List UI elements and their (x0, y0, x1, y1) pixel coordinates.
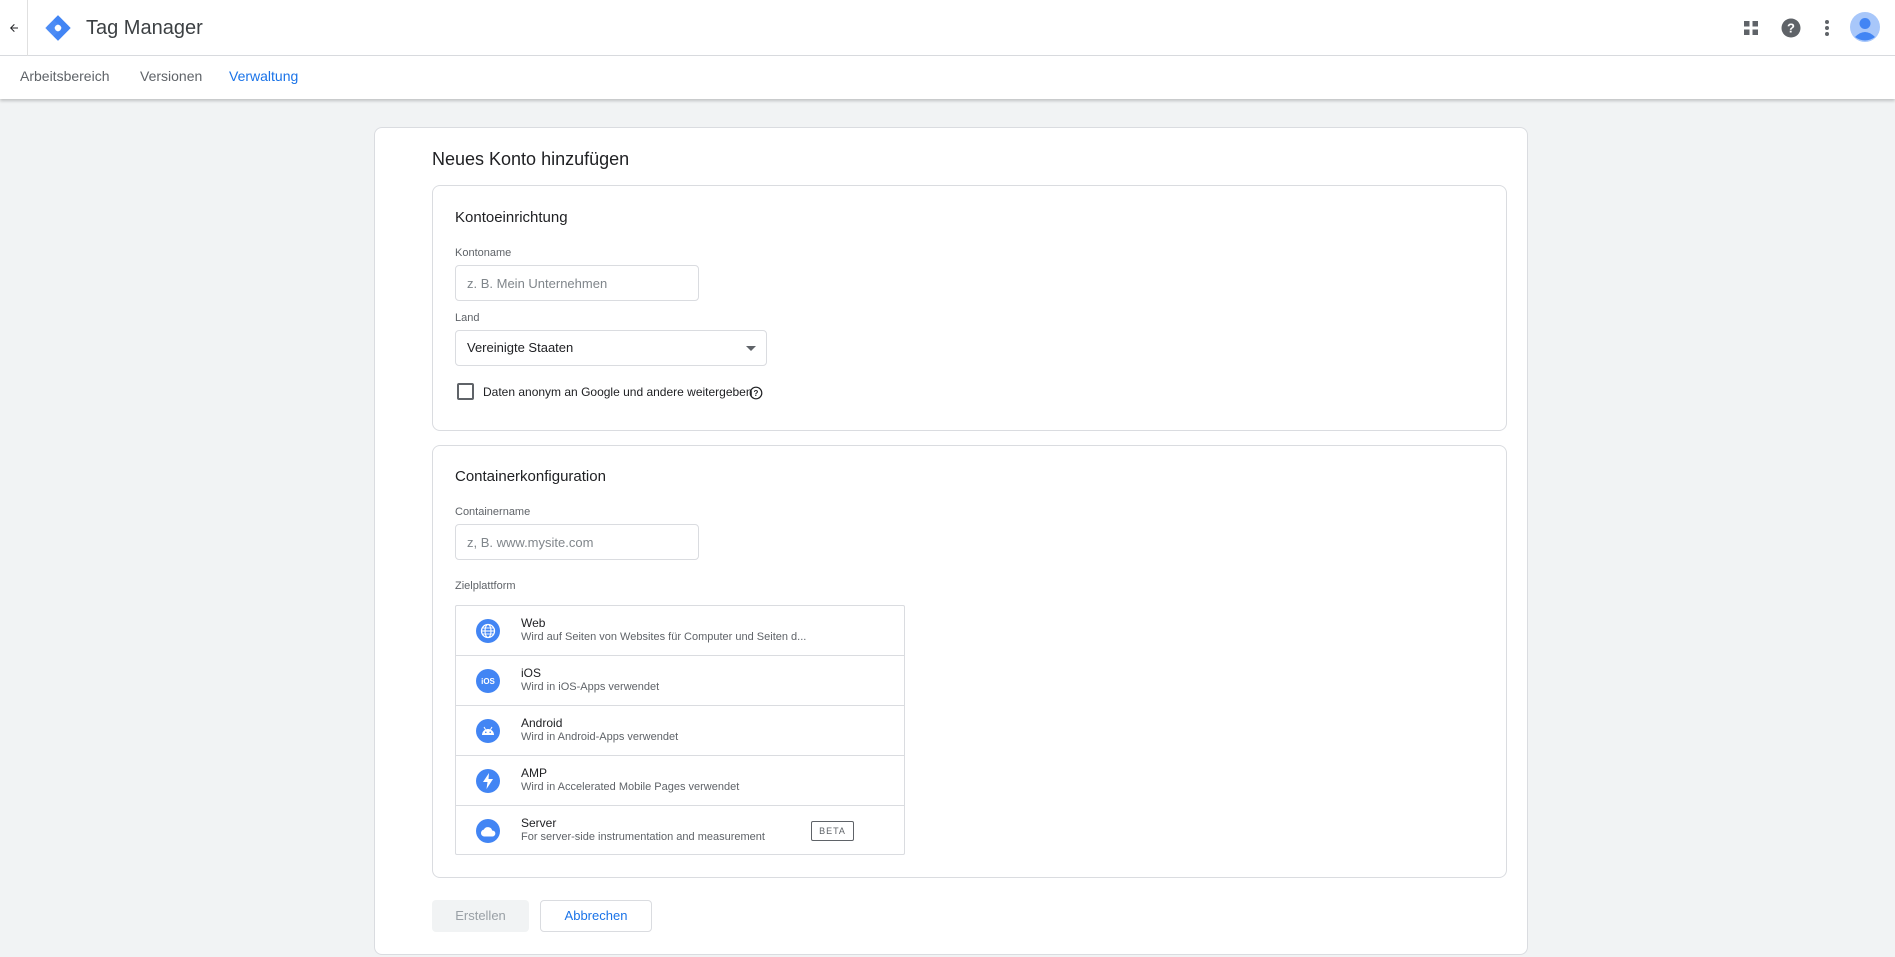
platform-option-android[interactable]: Android Wird in Android-Apps verwendet (456, 706, 904, 756)
platform-description: For server-side instrumentation and meas… (521, 831, 765, 843)
country-select-value: Vereinigte Staaten (467, 340, 574, 355)
tab-versionen[interactable]: Versionen (140, 56, 202, 99)
country-select[interactable]: Vereinigte Staaten (455, 330, 767, 366)
account-name-label: Kontoname (455, 247, 512, 259)
platform-description: Wird in Accelerated Mobile Pages verwend… (521, 781, 740, 793)
account-setup-section: Kontoeinrichtung Kontoname Land Vereinig… (432, 185, 1507, 431)
amp-bolt-icon (476, 769, 500, 793)
more-vert-icon (1825, 20, 1829, 36)
platform-name: Web (521, 616, 546, 630)
container-setup-section: Containerkonfiguration Containername Zie… (432, 445, 1507, 878)
platform-option-server[interactable]: Server For server-side instrumentation a… (456, 806, 904, 856)
share-data-label[interactable]: Daten anonym an Google und andere weiter… (483, 385, 753, 399)
top-app-bar: Tag Manager ? (0, 0, 1895, 56)
cancel-button[interactable]: Abbrechen (540, 900, 652, 932)
platform-description: Wird in iOS-Apps verwendet (521, 681, 660, 693)
target-platform-label: Zielplattform (455, 580, 516, 592)
tab-verwaltung[interactable]: Verwaltung (229, 56, 298, 99)
platform-option-web[interactable]: Web Wird auf Seiten von Websites für Com… (456, 606, 904, 656)
dropdown-arrow-icon (746, 346, 756, 351)
more-options-button[interactable] (1813, 14, 1841, 42)
new-account-card: Neues Konto hinzufügen Kontoeinrichtung … (374, 127, 1528, 955)
beta-badge: BETA (811, 821, 854, 841)
android-icon (476, 719, 500, 743)
country-label: Land (455, 312, 480, 324)
tab-arbeitsbereich[interactable]: Arbeitsbereich (20, 56, 110, 99)
account-button[interactable] (1850, 12, 1880, 42)
cloud-icon (476, 819, 500, 843)
back-arrow-icon (9, 24, 18, 32)
platform-description: Wird auf Seiten von Websites für Compute… (521, 631, 807, 643)
platform-list: Web Wird auf Seiten von Websites für Com… (455, 605, 905, 855)
platform-name: Server (521, 816, 557, 830)
platform-option-ios[interactable]: iOS iOS Wird in iOS-Apps verwendet (456, 656, 904, 706)
app-title[interactable]: Tag Manager (86, 16, 203, 40)
tag-manager-logo[interactable] (42, 12, 74, 44)
platform-name: Android (521, 716, 563, 730)
main-nav: Arbeitsbereich Versionen Verwaltung (0, 56, 1895, 99)
container-name-label: Containername (455, 506, 531, 518)
help-circle-icon[interactable]: ? (749, 386, 763, 400)
share-data-checkbox[interactable] (457, 383, 474, 400)
platform-description: Wird in Android-Apps verwendet (521, 731, 679, 743)
create-button[interactable]: Erstellen (432, 900, 529, 932)
platform-name: iOS (521, 666, 542, 680)
ios-icon: iOS (476, 669, 500, 693)
platform-name: AMP (521, 766, 548, 780)
platform-option-amp[interactable]: AMP Wird in Accelerated Mobile Pages ver… (456, 756, 904, 806)
help-icon: ? (1781, 18, 1801, 38)
back-button[interactable] (0, 0, 28, 56)
svg-text:?: ? (754, 389, 759, 398)
container-setup-title: Containerkonfiguration (455, 468, 606, 485)
account-name-input[interactable] (455, 265, 699, 301)
apps-grid-icon (1744, 21, 1758, 35)
account-avatar-icon (1850, 12, 1880, 42)
container-name-input[interactable] (455, 524, 699, 560)
globe-icon (476, 619, 500, 643)
help-button[interactable]: ? (1777, 14, 1805, 42)
account-setup-title: Kontoeinrichtung (455, 209, 568, 226)
svg-text:?: ? (1787, 21, 1795, 36)
apps-button[interactable] (1737, 14, 1765, 42)
page-title: Neues Konto hinzufügen (432, 149, 630, 169)
